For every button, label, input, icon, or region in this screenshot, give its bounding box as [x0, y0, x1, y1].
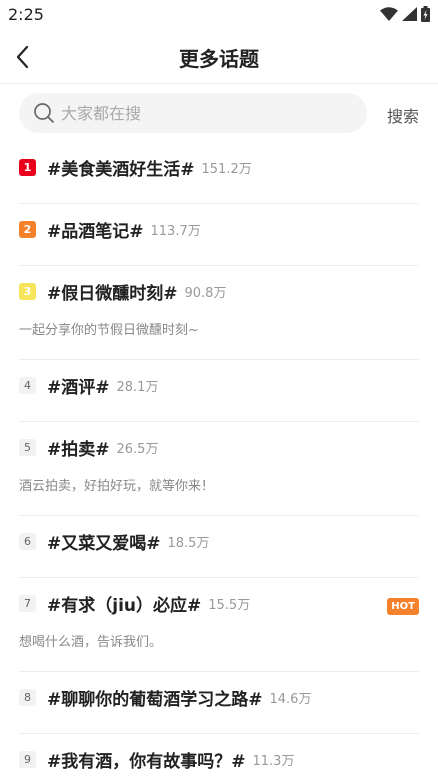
topic-title: #酒评# — [47, 377, 110, 398]
topic-heat: 11.3万 — [252, 753, 295, 769]
topic-list: 1 #美食美酒好生活# 151.2万 2 #品酒笔记# 113.7万 3 #假日… — [19, 142, 419, 780]
topic-item[interactable]: 2 #品酒笔记# 113.7万 — [19, 204, 419, 266]
rank-badge: 4 — [19, 376, 36, 394]
rank-badge: 2 — [19, 220, 36, 238]
topic-description: 酒云拍卖，好拍好玩，就等你来！ — [19, 479, 215, 494]
rank-badge: 6 — [19, 532, 36, 550]
rank-badge: 1 — [19, 158, 36, 176]
rank-badge: 9 — [19, 750, 36, 768]
topic-item[interactable]: 6 #又菜又爱喝# 18.5万 — [19, 516, 419, 578]
topic-heat: 28.1万 — [116, 379, 159, 395]
topic-heat: 151.2万 — [201, 161, 252, 177]
search-icon — [33, 102, 55, 124]
rank-badge: 8 — [19, 688, 36, 706]
topic-title: #美食美酒好生活# — [47, 159, 195, 180]
topic-heat: 113.7万 — [150, 223, 201, 239]
topic-description: 一起分享你的节假日微醺时刻~ — [19, 323, 199, 338]
status-time: 2:25 — [8, 5, 44, 24]
search-input[interactable] — [61, 103, 341, 123]
topic-title: #又菜又爱喝# — [47, 533, 161, 554]
topic-title: #有求（jiu）必应# — [47, 595, 202, 616]
app-bar: 更多话题 — [0, 30, 438, 84]
rank-badge: 3 — [19, 282, 36, 300]
topic-title: #假日微醺时刻# — [47, 283, 178, 304]
topic-item[interactable]: 7 #有求（jiu）必应# 15.5万 HOT 想喝什么酒，告诉我们。 — [19, 578, 419, 672]
page-title: 更多话题 — [179, 47, 259, 71]
rank-badge: 5 — [19, 438, 36, 456]
search-row: 搜索 — [0, 84, 438, 142]
rank-badge: 7 — [19, 594, 36, 612]
topic-heat: 26.5万 — [116, 441, 159, 457]
hot-badge: HOT — [387, 598, 419, 615]
topic-item[interactable]: 5 #拍卖# 26.5万 酒云拍卖，好拍好玩，就等你来！ — [19, 422, 419, 516]
topic-heat: 18.5万 — [167, 535, 210, 551]
topic-title: #品酒笔记# — [47, 221, 144, 242]
topic-heat: 90.8万 — [184, 285, 227, 301]
topic-title: #拍卖# — [47, 439, 110, 460]
topic-item[interactable]: 1 #美食美酒好生活# 151.2万 — [19, 142, 419, 204]
topic-heat: 15.5万 — [208, 597, 251, 613]
status-icons — [380, 6, 430, 22]
status-bar: 2:25 — [0, 0, 438, 30]
topic-item[interactable]: 4 #酒评# 28.1万 — [19, 360, 419, 422]
topic-heat: 14.6万 — [269, 691, 312, 707]
topic-description: 想喝什么酒，告诉我们。 — [19, 635, 163, 650]
search-box[interactable] — [19, 93, 367, 133]
battery-icon — [421, 6, 430, 22]
topic-title: #我有酒，你有故事吗？# — [47, 751, 246, 772]
topic-item[interactable]: 8 #聊聊你的葡萄酒学习之路# 14.6万 — [19, 672, 419, 734]
topic-title: #聊聊你的葡萄酒学习之路# — [47, 689, 263, 710]
wifi-icon — [380, 7, 398, 21]
signal-icon — [402, 7, 417, 21]
search-button[interactable]: 搜索 — [387, 103, 419, 127]
topic-item[interactable]: 3 #假日微醺时刻# 90.8万 一起分享你的节假日微醺时刻~ — [19, 266, 419, 360]
topic-item[interactable]: 9 #我有酒，你有故事吗？# 11.3万 — [19, 734, 419, 780]
